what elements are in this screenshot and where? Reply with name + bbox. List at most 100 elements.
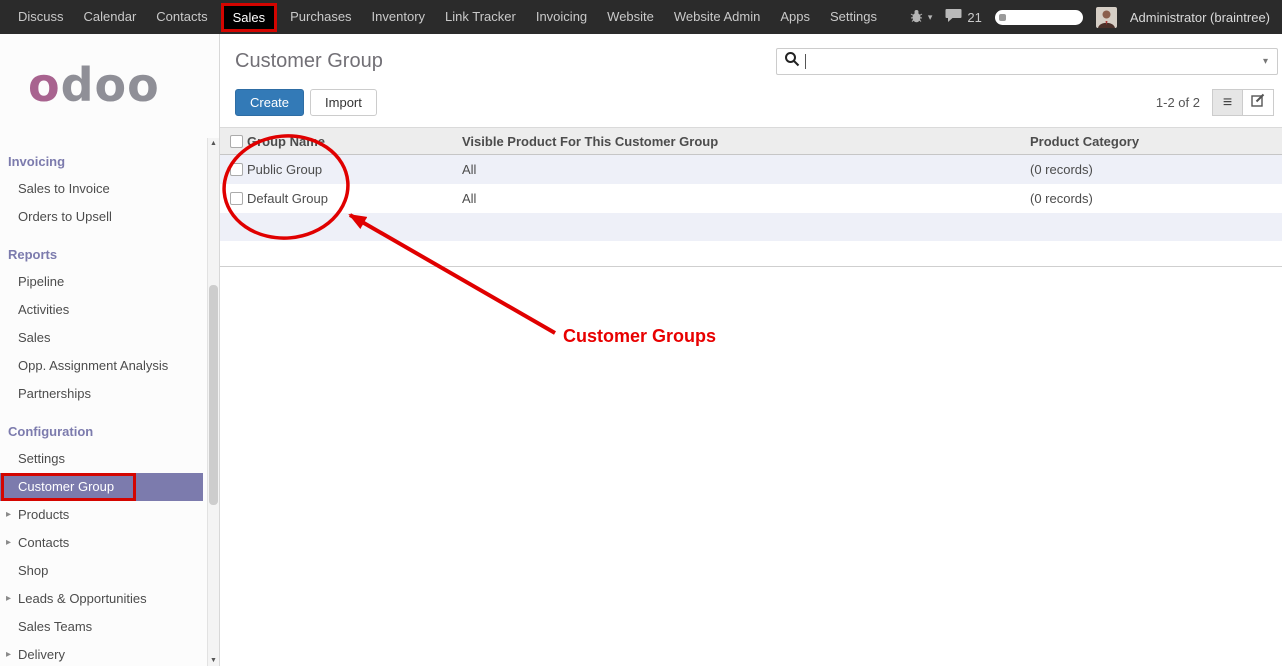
nav-item-apps[interactable]: Apps bbox=[770, 0, 820, 34]
sidebar-section-invoicing: Invoicing bbox=[0, 148, 203, 175]
nav-item-sales[interactable]: Sales bbox=[221, 3, 278, 32]
user-menu[interactable]: Administrator (braintree) bbox=[1130, 10, 1270, 25]
control-panel-buttons: Create Import 1-2 of 2 ≡ bbox=[220, 82, 1282, 127]
scroll-up-icon[interactable]: ▲ bbox=[208, 140, 219, 147]
column-header-visible-product[interactable]: Visible Product For This Customer Group bbox=[462, 134, 1030, 149]
timer-pill[interactable] bbox=[995, 10, 1083, 25]
sidebar-item-shop[interactable]: Shop bbox=[0, 557, 203, 585]
sidebar-item-pipeline[interactable]: Pipeline bbox=[0, 268, 203, 296]
nav-item-contacts[interactable]: Contacts bbox=[146, 0, 217, 34]
pager-area: 1-2 of 2 ≡ bbox=[1156, 89, 1274, 116]
messages-button[interactable]: 21 bbox=[945, 8, 981, 26]
sidebar-item-label: Sales to Invoice bbox=[18, 181, 110, 196]
search-input[interactable] bbox=[811, 53, 1256, 70]
cell-group-name[interactable]: Default Group bbox=[247, 191, 462, 206]
sidebar-item-orders-to-upsell[interactable]: Orders to Upsell bbox=[0, 203, 203, 231]
nav-item-inventory[interactable]: Inventory bbox=[362, 0, 435, 34]
sidebar-scrollbar[interactable]: ▲ ▼ bbox=[207, 138, 219, 666]
scrollbar-thumb[interactable] bbox=[209, 285, 218, 505]
sidebar-item-label: Sales Teams bbox=[18, 619, 92, 634]
logo-letter: o bbox=[28, 58, 61, 112]
edit-form-icon bbox=[1251, 93, 1265, 112]
sidebar-item-label: Partnerships bbox=[18, 386, 91, 401]
nav-item-link-tracker[interactable]: Link Tracker bbox=[435, 0, 526, 34]
list-view-icon: ≡ bbox=[1223, 95, 1232, 111]
cell-visible-product[interactable]: All bbox=[462, 191, 1030, 206]
row-checkbox[interactable] bbox=[230, 192, 243, 205]
sidebar-item-products[interactable]: ▸Products bbox=[0, 501, 203, 529]
empty-row bbox=[220, 213, 1282, 241]
search-dropdown-caret-icon[interactable]: ▾ bbox=[1261, 56, 1270, 67]
list-header-row: Group Name Visible Product For This Cust… bbox=[220, 127, 1282, 155]
sidebar-item-label: Opp. Assignment Analysis bbox=[18, 358, 168, 373]
sidebar-item-label: Activities bbox=[18, 302, 69, 317]
cell-product-category[interactable]: (0 records) bbox=[1030, 162, 1282, 177]
pager[interactable]: 1-2 of 2 bbox=[1156, 95, 1200, 110]
sidebar-section-configuration: Configuration bbox=[0, 418, 203, 445]
sidebar: odoo Invoicing Sales to Invoice Orders t… bbox=[0, 34, 220, 666]
search-box[interactable]: ▾ bbox=[776, 48, 1278, 75]
sidebar-item-contacts[interactable]: ▸Contacts bbox=[0, 529, 203, 557]
view-switcher: ≡ bbox=[1212, 89, 1274, 116]
annotation-callout-text: Customer Groups bbox=[563, 326, 716, 347]
sidebar-item-delivery[interactable]: ▸ Delivery bbox=[0, 641, 203, 666]
table-row[interactable]: Default Group All (0 records) bbox=[220, 184, 1282, 213]
page-title: Customer Group bbox=[235, 50, 383, 73]
sidebar-section-reports: Reports bbox=[0, 241, 203, 268]
sidebar-item-opp-assignment-analysis[interactable]: Opp. Assignment Analysis bbox=[0, 352, 203, 380]
sidebar-item-settings[interactable]: Settings bbox=[0, 445, 203, 473]
select-all-checkbox[interactable] bbox=[230, 135, 243, 148]
nav-item-discuss[interactable]: Discuss bbox=[8, 0, 74, 34]
sidebar-item-label: Customer Group bbox=[18, 479, 114, 494]
cell-group-name[interactable]: Public Group bbox=[247, 162, 462, 177]
nav-item-purchases[interactable]: Purchases bbox=[280, 0, 361, 34]
nav-item-invoicing[interactable]: Invoicing bbox=[526, 0, 597, 34]
odoo-logo: odoo bbox=[0, 34, 219, 136]
sidebar-item-label: Shop bbox=[18, 563, 48, 578]
sidebar-item-sales[interactable]: Sales bbox=[0, 324, 203, 352]
search-icon bbox=[784, 51, 800, 72]
sidebar-item-label: Products bbox=[18, 507, 69, 522]
sidebar-item-partnerships[interactable]: Partnerships bbox=[0, 380, 203, 408]
nav-item-settings[interactable]: Settings bbox=[820, 0, 887, 34]
empty-row bbox=[220, 241, 1282, 267]
top-navbar: Discuss Calendar Contacts Sales Purchase… bbox=[0, 0, 1282, 34]
bug-icon bbox=[909, 8, 924, 26]
control-panel-top: Customer Group ▾ bbox=[220, 34, 1282, 82]
nav-item-website-admin[interactable]: Website Admin bbox=[664, 0, 770, 34]
sidebar-item-label: Contacts bbox=[18, 535, 69, 550]
column-header-product-category[interactable]: Product Category bbox=[1030, 134, 1282, 149]
top-nav-items: Discuss Calendar Contacts Sales Purchase… bbox=[0, 0, 887, 34]
sidebar-item-label: Delivery bbox=[18, 647, 65, 662]
scroll-down-icon[interactable]: ▼ bbox=[208, 657, 219, 664]
sidebar-item-sales-teams[interactable]: Sales Teams bbox=[0, 613, 203, 641]
timer-icon bbox=[999, 14, 1006, 21]
sidebar-item-label: Settings bbox=[18, 451, 65, 466]
create-button[interactable]: Create bbox=[235, 89, 304, 116]
import-button[interactable]: Import bbox=[310, 89, 377, 116]
nav-item-website[interactable]: Website bbox=[597, 0, 664, 34]
sidebar-menu: Invoicing Sales to Invoice Orders to Ups… bbox=[0, 138, 203, 666]
sidebar-item-leads-opportunities[interactable]: ▸Leads & Opportunities bbox=[0, 585, 203, 613]
chevron-right-icon: ▸ bbox=[6, 641, 11, 666]
sidebar-item-activities[interactable]: Activities bbox=[0, 296, 203, 324]
sidebar-item-customer-group[interactable]: Customer Group bbox=[0, 473, 203, 501]
caret-down-icon: ▾ bbox=[928, 12, 933, 23]
sidebar-item-sales-to-invoice[interactable]: Sales to Invoice bbox=[0, 175, 203, 203]
list-view-button[interactable]: ≡ bbox=[1212, 89, 1243, 116]
cell-visible-product[interactable]: All bbox=[462, 162, 1030, 177]
table-row[interactable]: Public Group All (0 records) bbox=[220, 155, 1282, 184]
messages-count: 21 bbox=[967, 10, 981, 25]
logo-letters: doo bbox=[61, 58, 160, 112]
text-cursor bbox=[805, 54, 806, 69]
debug-menu-button[interactable]: ▾ bbox=[909, 8, 933, 26]
column-header-group-name[interactable]: Group Name bbox=[247, 134, 462, 149]
main-content: Customer Group ▾ Create Import 1-2 of 2 … bbox=[220, 34, 1282, 666]
avatar[interactable] bbox=[1096, 7, 1117, 28]
form-view-button[interactable] bbox=[1243, 89, 1274, 116]
chevron-right-icon: ▸ bbox=[6, 585, 11, 613]
sidebar-item-label: Pipeline bbox=[18, 274, 64, 289]
cell-product-category[interactable]: (0 records) bbox=[1030, 191, 1282, 206]
nav-item-calendar[interactable]: Calendar bbox=[74, 0, 147, 34]
row-checkbox[interactable] bbox=[230, 163, 243, 176]
